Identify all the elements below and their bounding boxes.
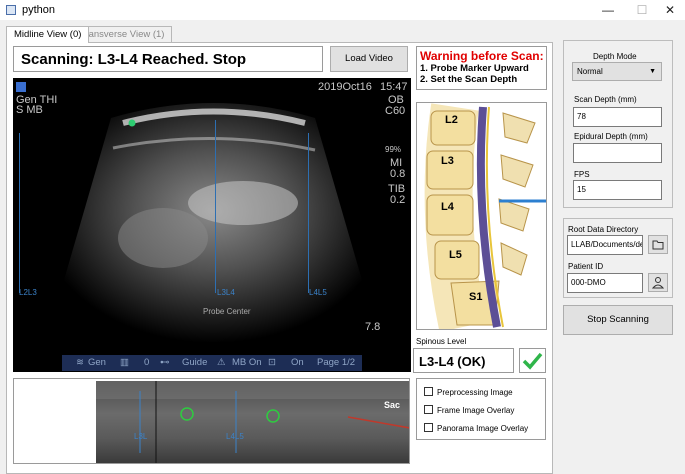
patient-lookup-button[interactable] — [648, 273, 668, 292]
panorama-overlay-checkbox[interactable]: Panorama Image Overlay — [424, 423, 528, 433]
mi-value: 0.8 — [390, 168, 406, 180]
vertebra-label: L3 — [441, 155, 454, 167]
panorama-image: L3L L4L5 Sac — [96, 381, 409, 463]
ultrasound-view: Gen THI S MB 2019Oct16 15:47 OB C60 99% … — [13, 78, 411, 372]
maximize-button[interactable]: ☐ — [628, 0, 656, 20]
gen-mode[interactable]: Gen — [88, 355, 106, 371]
level-line — [215, 120, 216, 293]
close-button[interactable]: ✕ — [656, 0, 684, 20]
guide-icon: ⊷ — [160, 357, 170, 368]
chevron-down-icon: ▼ — [649, 68, 656, 75]
root-dir-label: Root Data Directory — [568, 225, 639, 234]
thi-icon: ⊡ — [268, 357, 276, 368]
gain-icon: ▥ — [120, 357, 129, 368]
title-bar: python — ☐ ✕ — [0, 0, 685, 20]
depth-mode-label: Depth Mode — [593, 52, 637, 61]
vertebra-label: L5 — [449, 249, 462, 261]
epidural-depth-label: Epidural Depth (mm) — [574, 132, 648, 141]
panorama-level-label: L3L — [134, 432, 148, 441]
guide-toggle[interactable]: Guide — [182, 355, 207, 371]
gain-value[interactable]: 0 — [144, 355, 149, 371]
warning-line: 1. Probe Marker Upward — [420, 63, 529, 74]
root-dir-input[interactable]: LLAB/Documents/demo — [567, 235, 643, 255]
overlay-options: Preprocessing Image Frame Image Overlay … — [416, 378, 546, 440]
frame-overlay-checkbox[interactable]: Frame Image Overlay — [424, 405, 514, 415]
level-line — [308, 133, 309, 293]
depth-mode-value: Normal — [577, 67, 603, 76]
patient-id-input[interactable]: 000-DMO — [567, 273, 643, 293]
epidural-depth-input[interactable] — [573, 143, 662, 163]
level-line — [19, 133, 20, 293]
browse-folder-button[interactable] — [648, 235, 668, 254]
wave-icon: ≋ — [76, 357, 84, 368]
warning-line: 2. Set the Scan Depth — [420, 74, 518, 85]
depth-mode-select[interactable]: Normal ▼ — [572, 62, 662, 81]
stop-scanning-button[interactable]: Stop Scanning — [563, 305, 673, 335]
mb-icon: ⚠ — [217, 357, 226, 368]
scan-depth-input[interactable]: 78 — [573, 107, 662, 127]
spine-diagram: L2 L3 L4 L5 S1 — [416, 102, 547, 330]
tab-midline-view[interactable]: Midline View (0) — [6, 26, 90, 43]
level-label: L3L4 — [217, 288, 235, 297]
checkbox-label: Preprocessing Image — [437, 388, 513, 397]
checkbox[interactable] — [424, 405, 433, 414]
checkbox[interactable] — [424, 387, 433, 396]
page-indicator[interactable]: Page 1/2 — [317, 355, 355, 371]
vertebra-label: S1 — [469, 291, 483, 303]
user-icon — [651, 277, 665, 289]
depth-value: 7.8 — [365, 321, 381, 333]
scan-time: 15:47 — [380, 81, 408, 93]
load-video-source-button[interactable]: Load Video Source — [330, 46, 408, 88]
warning-box: Warning before Scan: 1. Probe Marker Upw… — [416, 46, 547, 90]
vertebra-label: L2 — [445, 114, 458, 126]
probe-model: C60 — [385, 105, 406, 117]
level-label: L2L3 — [19, 288, 37, 297]
thi-toggle[interactable]: On — [291, 355, 304, 371]
folder-icon — [652, 240, 664, 250]
minimize-button[interactable]: — — [594, 0, 622, 20]
vertebra-label: L4 — [441, 201, 454, 213]
app-icon — [6, 5, 16, 15]
mb-toggle[interactable]: MB On — [232, 355, 262, 371]
warning-title: Warning before Scan: — [420, 49, 544, 63]
tib-value: 0.2 — [390, 194, 406, 206]
panorama-view: L3L L4L5 Sac — [13, 378, 410, 464]
scan-date: 2019Oct16 — [318, 81, 372, 93]
status-message: Scanning: L3-L4 Reached. Stop — [13, 46, 323, 72]
scan-depth-label: Scan Depth (mm) — [574, 95, 637, 104]
ultrasound-image — [53, 103, 373, 343]
fps-label: FPS — [574, 170, 590, 179]
checkbox-label: Panorama Image Overlay — [437, 424, 529, 433]
spinous-level-label: Spinous Level — [416, 337, 467, 346]
level-label: L4L5 — [309, 288, 327, 297]
checkbox[interactable] — [424, 423, 433, 432]
preset-text: S MB — [16, 104, 43, 116]
patient-id-label: Patient ID — [568, 262, 604, 271]
check-icon — [519, 348, 546, 373]
probe-center-label: Probe Center — [203, 307, 251, 316]
window-title: python — [22, 4, 56, 16]
battery-percent: 99% — [385, 145, 402, 154]
panorama-level-label: L4L5 — [226, 432, 244, 441]
preprocessing-checkbox[interactable]: Preprocessing Image — [424, 387, 513, 397]
spinous-level-value: L3-L4 (OK) — [413, 348, 514, 373]
probe-icon — [16, 82, 26, 92]
sac-label: Sac — [384, 400, 401, 410]
fps-input[interactable]: 15 — [573, 180, 662, 200]
checkbox-label: Frame Image Overlay — [437, 406, 515, 415]
ultrasound-toolbar: ≋ Gen ▥ 0 ⊷ Guide ⚠ MB On ⊡ On Page 1/2 — [62, 355, 362, 371]
